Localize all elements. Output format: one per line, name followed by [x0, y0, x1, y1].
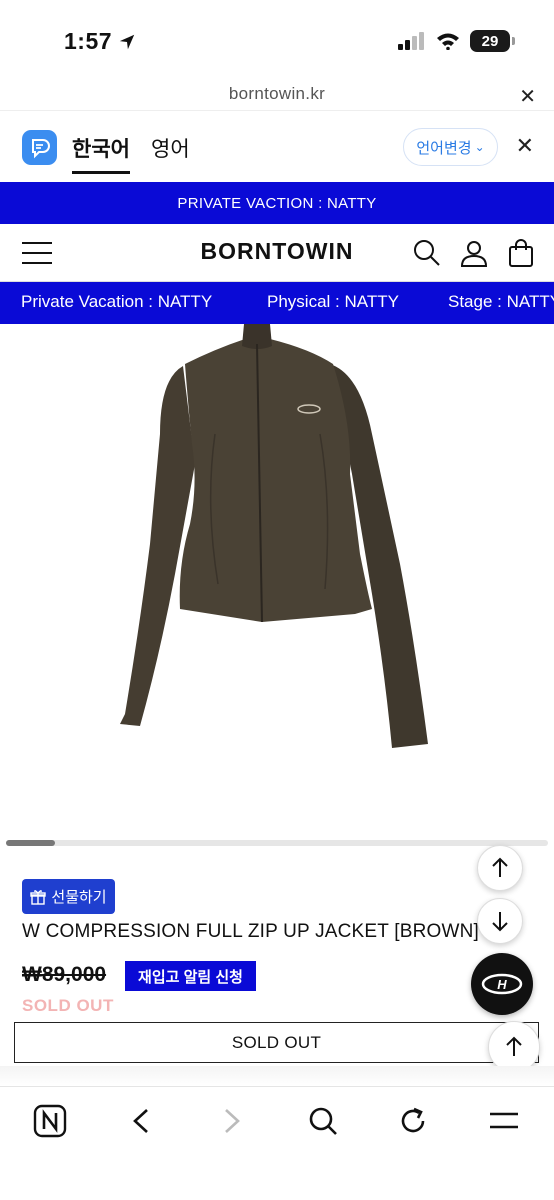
refresh-icon[interactable]: [393, 1101, 433, 1141]
tab-korean[interactable]: 한국어: [72, 133, 130, 174]
location-arrow-icon: [119, 34, 135, 49]
battery-indicator: 29: [470, 30, 515, 52]
promo-banner-text: PRIVATE VACTION : NATTY: [177, 194, 377, 212]
change-language-button[interactable]: 언어변경 ⌄: [403, 128, 498, 166]
arrow-up-icon: [506, 1036, 522, 1056]
n-browser-icon[interactable]: [30, 1101, 70, 1141]
clock: 1:57: [64, 28, 113, 54]
restock-alert-button[interactable]: 재입고 알림 신청: [125, 961, 256, 991]
svg-text:H: H: [497, 977, 507, 992]
brand-chat-button[interactable]: H: [471, 953, 533, 1015]
url-bar: borntowin.kr ✕: [0, 80, 554, 110]
brand-logo-icon: H: [481, 973, 523, 995]
gift-button[interactable]: 선물하기: [22, 879, 115, 914]
marquee-item[interactable]: Private Vacation : NATTY: [21, 292, 212, 312]
marquee-banner: Private Vacation : NATTY Physical : NATT…: [0, 282, 554, 324]
translate-bar: 한국어 영어 언어변경 ⌄ ✕: [0, 110, 554, 182]
marquee-item[interactable]: Stage : NATTY: [448, 292, 554, 312]
search-icon[interactable]: [412, 238, 442, 268]
forward-icon[interactable]: [212, 1101, 252, 1141]
menu-icon[interactable]: [484, 1101, 524, 1141]
scroll-down-button[interactable]: [477, 898, 523, 944]
arrow-down-icon: [492, 912, 508, 932]
product-image[interactable]: [0, 324, 554, 834]
carousel-thumb[interactable]: [6, 840, 55, 846]
status-bar: 1:57 29: [0, 0, 554, 80]
gift-icon: [30, 889, 47, 905]
gift-label: 선물하기: [51, 889, 107, 906]
url-text[interactable]: borntowin.kr: [0, 84, 554, 104]
translate-app-icon: [22, 130, 57, 165]
back-icon[interactable]: [121, 1101, 161, 1141]
tab-english[interactable]: 영어: [151, 133, 190, 163]
search-icon[interactable]: [303, 1101, 343, 1141]
cart-icon[interactable]: [506, 238, 536, 268]
sold-out-button[interactable]: SOLD OUT: [14, 1022, 539, 1063]
carousel-progress[interactable]: [6, 840, 548, 846]
close-icon[interactable]: ✕: [519, 84, 536, 109]
product-price: ₩89,000: [22, 963, 107, 986]
browser-toolbar: [0, 1086, 554, 1200]
promo-banner[interactable]: PRIVATE VACTION : NATTY: [0, 182, 554, 224]
status-indicators: 29: [398, 30, 515, 52]
change-language-label: 언어변경: [416, 139, 472, 157]
scroll-up-button[interactable]: [477, 845, 523, 891]
signal-icon: [398, 32, 424, 50]
status-time: 1:57: [64, 28, 136, 55]
next-image-peek: [0, 1066, 554, 1086]
site-header: BORNTOWIN: [0, 224, 554, 282]
product-name: W COMPRESSION FULL ZIP UP JACKET [BROWN]: [22, 921, 480, 942]
close-icon[interactable]: ✕: [516, 133, 534, 159]
jacket-illustration: [120, 324, 428, 748]
sold-out-status: SOLD OUT: [22, 996, 114, 1015]
wifi-icon: [437, 33, 459, 50]
arrow-up-icon: [492, 857, 508, 877]
menu-icon[interactable]: [22, 242, 52, 264]
marquee-item[interactable]: Physical : NATTY: [267, 292, 399, 312]
chevron-down-icon: ⌄: [474, 140, 485, 154]
user-icon[interactable]: [459, 238, 489, 268]
